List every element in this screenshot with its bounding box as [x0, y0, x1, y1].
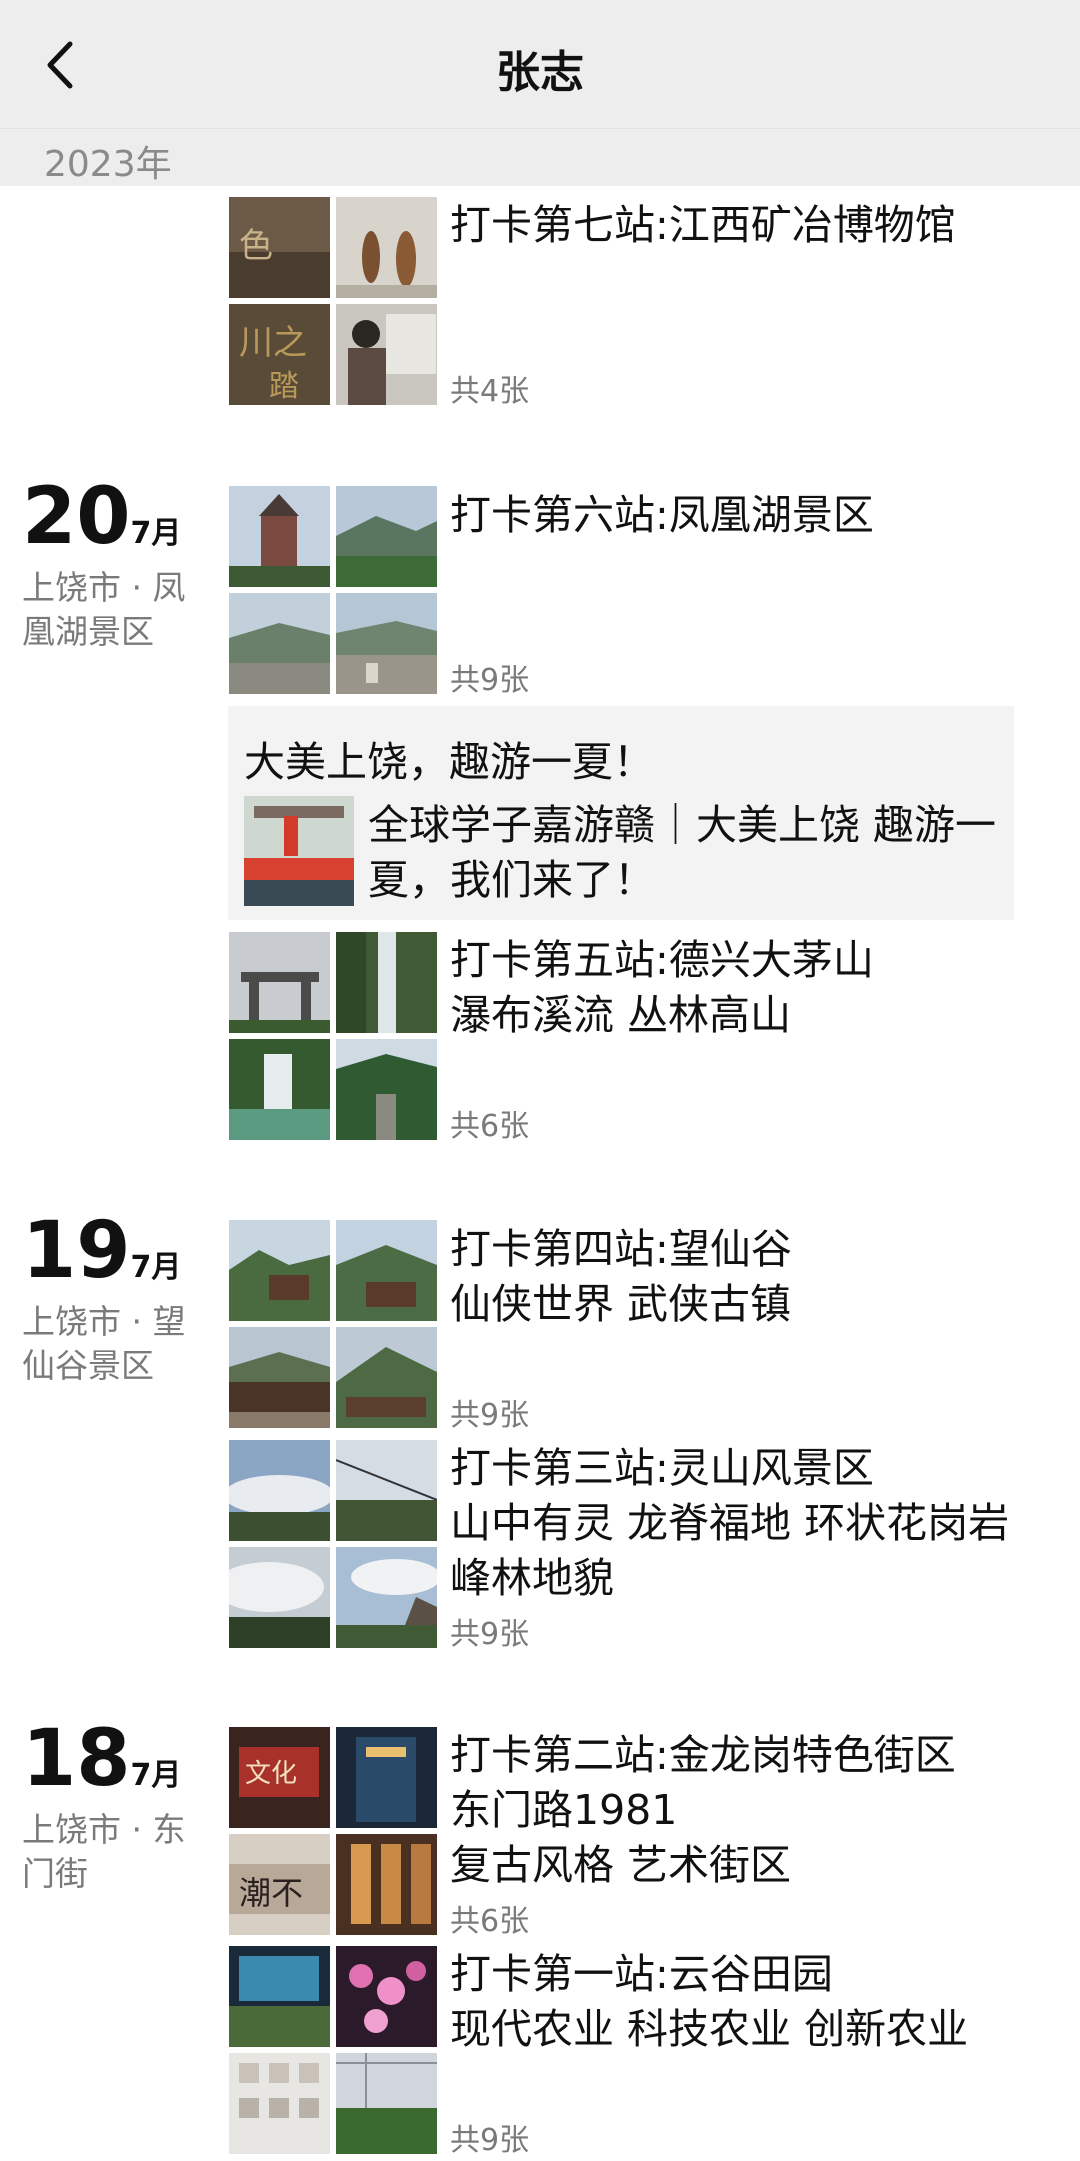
photo-thumbnail[interactable] [336, 1946, 437, 2047]
svg-text:潮不: 潮不 [239, 1874, 303, 1912]
photo-thumbnail[interactable] [336, 1547, 437, 1648]
post-caption: 打卡第七站:江西矿冶博物馆 [450, 201, 956, 249]
post-caption: 打卡第六站:凤凰湖景区 [450, 491, 874, 539]
post-thumbnail-grid[interactable]: 色 川之踏 [229, 197, 437, 405]
shared-article-description: 全球学子嘉游赣｜大美上饶 趣游一夏，我们来了！ [368, 801, 997, 904]
post-thumbnail-grid[interactable] [229, 486, 437, 694]
date-day: 18 [22, 1714, 131, 1804]
photo-thumbnail[interactable] [336, 1727, 437, 1828]
date-month: 7月 [130, 1758, 182, 1793]
photo-thumbnail[interactable] [336, 486, 437, 587]
photo-count: 共9张 [450, 663, 530, 698]
photo-thumbnail[interactable] [336, 593, 437, 694]
photo-thumbnail[interactable] [336, 2053, 437, 2154]
photo-thumbnail[interactable] [229, 486, 330, 587]
photo-thumbnail[interactable] [336, 1039, 437, 1140]
date-location: 上饶市 · 望仙谷景区 [22, 1302, 186, 1385]
date-group-18: 187月 [22, 1720, 181, 1798]
photo-thumbnail[interactable] [336, 1440, 437, 1541]
post-caption: 打卡第五站:德兴大茅山 瀑布溪流 丛林高山 [450, 936, 874, 1039]
nav-bar: 张志 [0, 0, 1080, 128]
date-month: 7月 [130, 516, 182, 551]
photo-thumbnail[interactable] [229, 1039, 330, 1140]
svg-text:踏: 踏 [269, 369, 299, 404]
page-title: 张志 [496, 47, 584, 98]
photo-thumbnail[interactable] [336, 1220, 437, 1321]
post-thumbnail-grid[interactable] [229, 1946, 437, 2154]
post-thumbnail-grid[interactable] [229, 1220, 437, 1428]
article-thumbnail [244, 796, 354, 906]
photo-thumbnail[interactable] [229, 1220, 330, 1321]
photo-thumbnail[interactable] [229, 593, 330, 694]
photo-thumbnail[interactable] [229, 2053, 330, 2154]
date-location: 上饶市 · 东门街 [22, 1810, 186, 1893]
photo-thumbnail[interactable] [336, 304, 437, 405]
svg-text:色: 色 [239, 226, 273, 266]
photo-thumbnail[interactable] [229, 1327, 330, 1428]
svg-text:文化: 文化 [245, 1759, 297, 1789]
svg-text:川之: 川之 [239, 323, 307, 363]
date-day: 19 [22, 1206, 131, 1296]
photo-thumbnail[interactable] [336, 1834, 437, 1935]
photo-count: 共6张 [450, 1904, 530, 1939]
post-thumbnail-grid[interactable] [229, 1440, 437, 1648]
post-caption: 打卡第四站:望仙谷 仙侠世界 武侠古镇 [450, 1225, 792, 1328]
year-header: 2023年 [0, 128, 1080, 186]
photo-thumbnail[interactable]: 川之踏 [229, 304, 330, 405]
photo-count: 共9张 [450, 1398, 530, 1433]
date-group-19: 197月 [22, 1212, 181, 1290]
date-location: 上饶市 · 凤凰湖景区 [22, 568, 186, 651]
post-caption: 打卡第三站:灵山风景区 山中有灵 龙脊福地 环状花岗岩峰林地貌 [450, 1444, 1010, 1602]
photo-count: 共6张 [450, 1109, 530, 1144]
date-month: 7月 [130, 1250, 182, 1285]
photo-thumbnail[interactable] [229, 1547, 330, 1648]
date-group-20: 207月 [22, 478, 181, 556]
shared-article-card[interactable]: 大美上饶，趣游一夏！ 全球学子嘉游赣｜大美上饶 趣游一夏，我们来了！ [228, 706, 1014, 920]
photo-thumbnail[interactable] [229, 1440, 330, 1541]
year-label: 2023年 [44, 144, 172, 185]
post-caption: 打卡第二站:金龙岗特色街区 东门路1981 复古风格 艺术街区 [450, 1731, 956, 1889]
photo-thumbnail[interactable]: 色 [229, 197, 330, 298]
post-caption: 打卡第一站:云谷田园 现代农业 科技农业 创新农业 [450, 1950, 969, 2053]
photo-count: 共9张 [450, 1617, 530, 1652]
date-day: 20 [22, 472, 131, 562]
photo-thumbnail[interactable] [336, 1327, 437, 1428]
photo-thumbnail[interactable] [229, 932, 330, 1033]
shared-article-title: 大美上饶，趣游一夏！ [244, 738, 654, 786]
post-thumbnail-grid[interactable] [229, 932, 437, 1140]
post-thumbnail-grid[interactable]: 文化 潮不 [229, 1727, 437, 1935]
photo-thumbnail[interactable] [336, 932, 437, 1033]
photo-thumbnail[interactable]: 潮不 [229, 1834, 330, 1935]
photo-count: 共9张 [450, 2123, 530, 2158]
photo-thumbnail[interactable]: 文化 [229, 1727, 330, 1828]
photo-count: 共4张 [450, 374, 530, 409]
photo-thumbnail[interactable] [336, 197, 437, 298]
photo-thumbnail[interactable] [229, 1946, 330, 2047]
